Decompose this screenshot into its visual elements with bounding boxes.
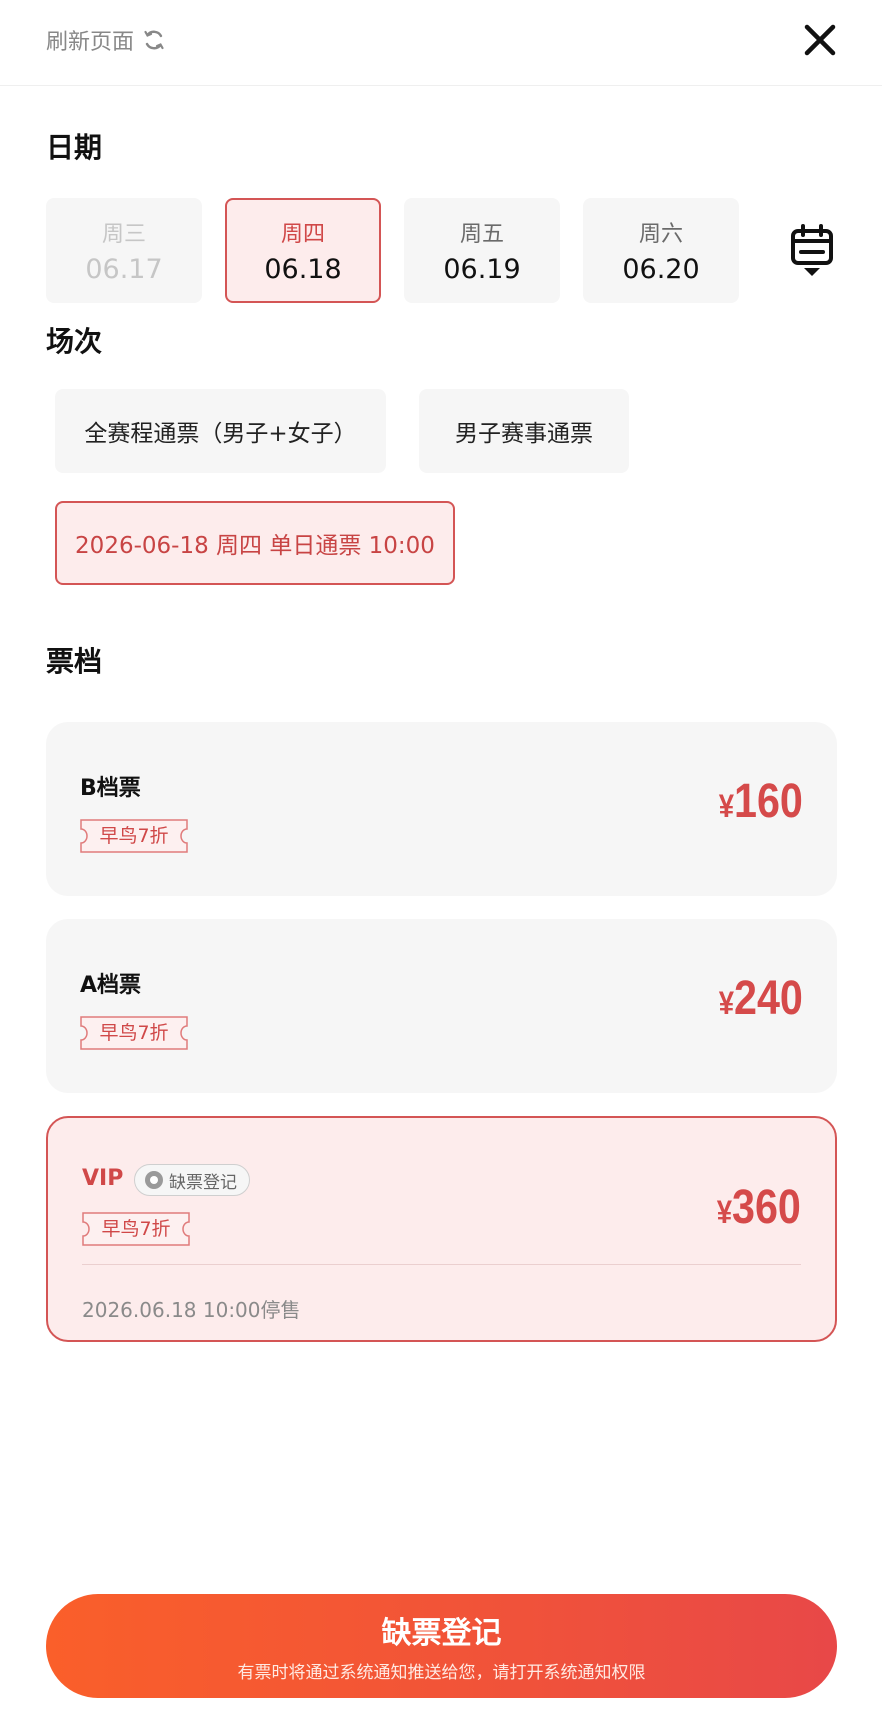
date-value: 06.18 (264, 254, 342, 285)
divider (82, 1264, 801, 1265)
tier-name: A档票 (80, 973, 142, 998)
tier-price: ¥160 (719, 774, 803, 829)
date-weekday: 周五 (459, 222, 504, 247)
tag-label: 早鸟7折 (99, 1022, 169, 1044)
date-option-0618[interactable]: 周四 06.18 (225, 198, 381, 303)
tag-label: 早鸟7折 (101, 1218, 171, 1240)
ticket-tier-a[interactable]: A档票 早鸟7折 ¥240 (46, 919, 837, 1093)
date-weekday: 周四 (280, 222, 325, 247)
date-weekday: 周六 (638, 222, 683, 247)
date-option-0620[interactable]: 周六 06.20 (583, 198, 739, 303)
refresh-button[interactable]: 刷新页面 (46, 24, 166, 56)
date-option-0619[interactable]: 周五 06.19 (404, 198, 560, 303)
session-option-day[interactable]: 2026-06-18 周四 单日通票 10:00 (55, 501, 455, 585)
ticket-tier-b[interactable]: B档票 早鸟7折 ¥160 (46, 722, 837, 896)
early-bird-tag: 早鸟7折 (80, 1016, 188, 1050)
session-label: 全赛程通票（男子+女子） (84, 421, 357, 447)
waitlist-register-button[interactable]: 缺票登记 有票时将通过系统通知推送给您，请打开系统通知权限 (46, 1594, 837, 1698)
refresh-label: 刷新页面 (46, 30, 135, 55)
tag-label: 早鸟7折 (99, 825, 169, 847)
date-value: 06.20 (622, 254, 700, 285)
badge-label: 缺票登记 (169, 1172, 237, 1193)
info-dot-icon (145, 1171, 163, 1189)
sale-end-note: 2026.06.18 10:00停售 (82, 1298, 301, 1322)
date-option-0617[interactable]: 周三 06.17 (46, 198, 202, 303)
date-weekday: 周三 (101, 222, 146, 247)
session-label: 2026-06-18 周四 单日通票 10:00 (75, 533, 435, 559)
date-value: 06.19 (443, 254, 521, 285)
tier-name: VIP (82, 1166, 124, 1191)
cta-subtext: 有票时将通过系统通知推送给您，请打开系统通知权限 (237, 1663, 646, 1683)
price-value: 240 (734, 972, 803, 1025)
calendar-icon[interactable] (790, 224, 834, 280)
session-option-full[interactable]: 全赛程通票（男子+女子） (55, 389, 386, 473)
refresh-icon (144, 30, 164, 50)
section-title-date: 日期 (46, 131, 103, 164)
currency-symbol: ¥ (718, 788, 735, 824)
session-label: 男子赛事通票 (455, 421, 593, 447)
currency-symbol: ¥ (718, 985, 735, 1021)
tier-price: ¥360 (717, 1180, 801, 1235)
currency-symbol: ¥ (716, 1194, 733, 1230)
section-title-session: 场次 (46, 325, 103, 358)
section-title-tier: 票档 (46, 645, 103, 678)
close-icon[interactable] (800, 20, 840, 60)
cta-label: 缺票登记 (381, 1616, 502, 1651)
tier-price: ¥240 (719, 971, 803, 1026)
price-value: 160 (734, 775, 803, 828)
price-value: 360 (732, 1181, 801, 1234)
date-value: 06.17 (85, 254, 163, 285)
top-bar: 刷新页面 (0, 0, 882, 86)
early-bird-tag: 早鸟7折 (82, 1212, 190, 1246)
ticket-tier-vip[interactable]: VIP 缺票登记 早鸟7折 ¥360 2026.06.18 10:00停售 (46, 1116, 837, 1342)
tier-name: B档票 (80, 776, 141, 801)
early-bird-tag: 早鸟7折 (80, 819, 188, 853)
session-option-men[interactable]: 男子赛事通票 (419, 389, 629, 473)
waitlist-badge: 缺票登记 (134, 1164, 250, 1196)
